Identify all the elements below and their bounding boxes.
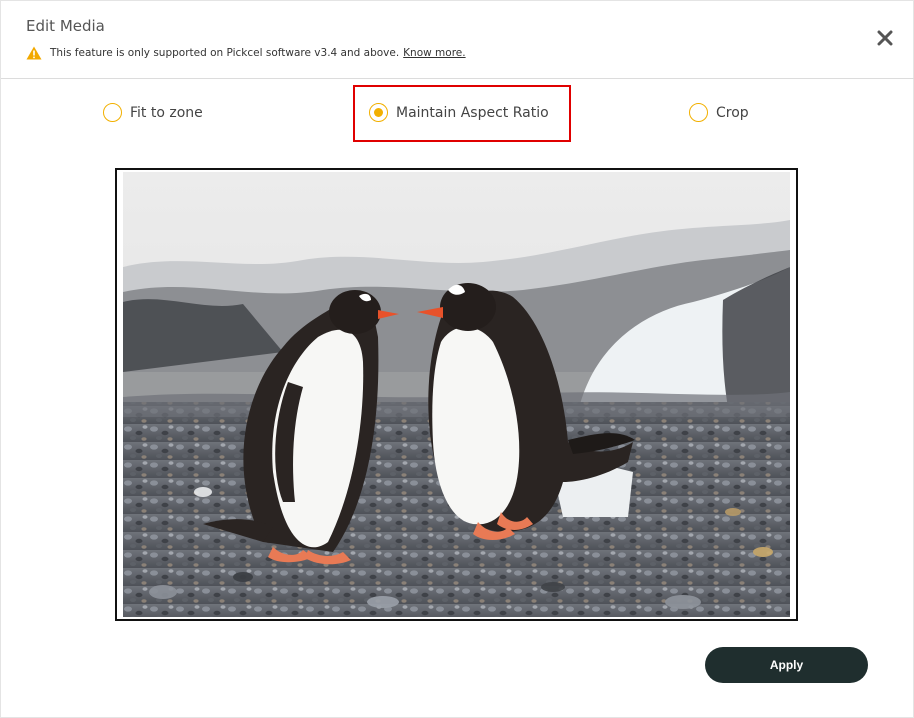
option-crop[interactable]: Crop [689, 103, 749, 122]
apply-button[interactable]: Apply [705, 647, 868, 683]
option-fit-to-zone[interactable]: Fit to zone [103, 103, 203, 122]
know-more-link[interactable]: Know more. [403, 47, 465, 59]
option-maintain-aspect-ratio[interactable]: Maintain Aspect Ratio [369, 103, 549, 122]
radio-crop[interactable] [689, 103, 708, 122]
radio-maintain-aspect-ratio[interactable] [369, 103, 388, 122]
option-label-fit-to-zone: Fit to zone [130, 104, 203, 121]
close-icon[interactable] [874, 27, 896, 49]
media-preview-image [123, 172, 790, 617]
support-notice: This feature is only supported on Pickce… [26, 45, 466, 61]
option-label-maintain-aspect-ratio: Maintain Aspect Ratio [396, 104, 549, 121]
dialog-title: Edit Media [26, 17, 105, 35]
warning-icon [26, 46, 42, 60]
dialog-header: Edit Media This feature is only supporte… [1, 1, 914, 79]
media-preview-frame [115, 168, 798, 621]
option-label-crop: Crop [716, 104, 749, 121]
edit-media-dialog: Edit Media This feature is only supporte… [0, 0, 914, 718]
radio-fit-to-zone[interactable] [103, 103, 122, 122]
notice-text: This feature is only supported on Pickce… [50, 47, 400, 59]
scaling-options: Fit to zone Maintain Aspect Ratio Crop [1, 85, 914, 142]
